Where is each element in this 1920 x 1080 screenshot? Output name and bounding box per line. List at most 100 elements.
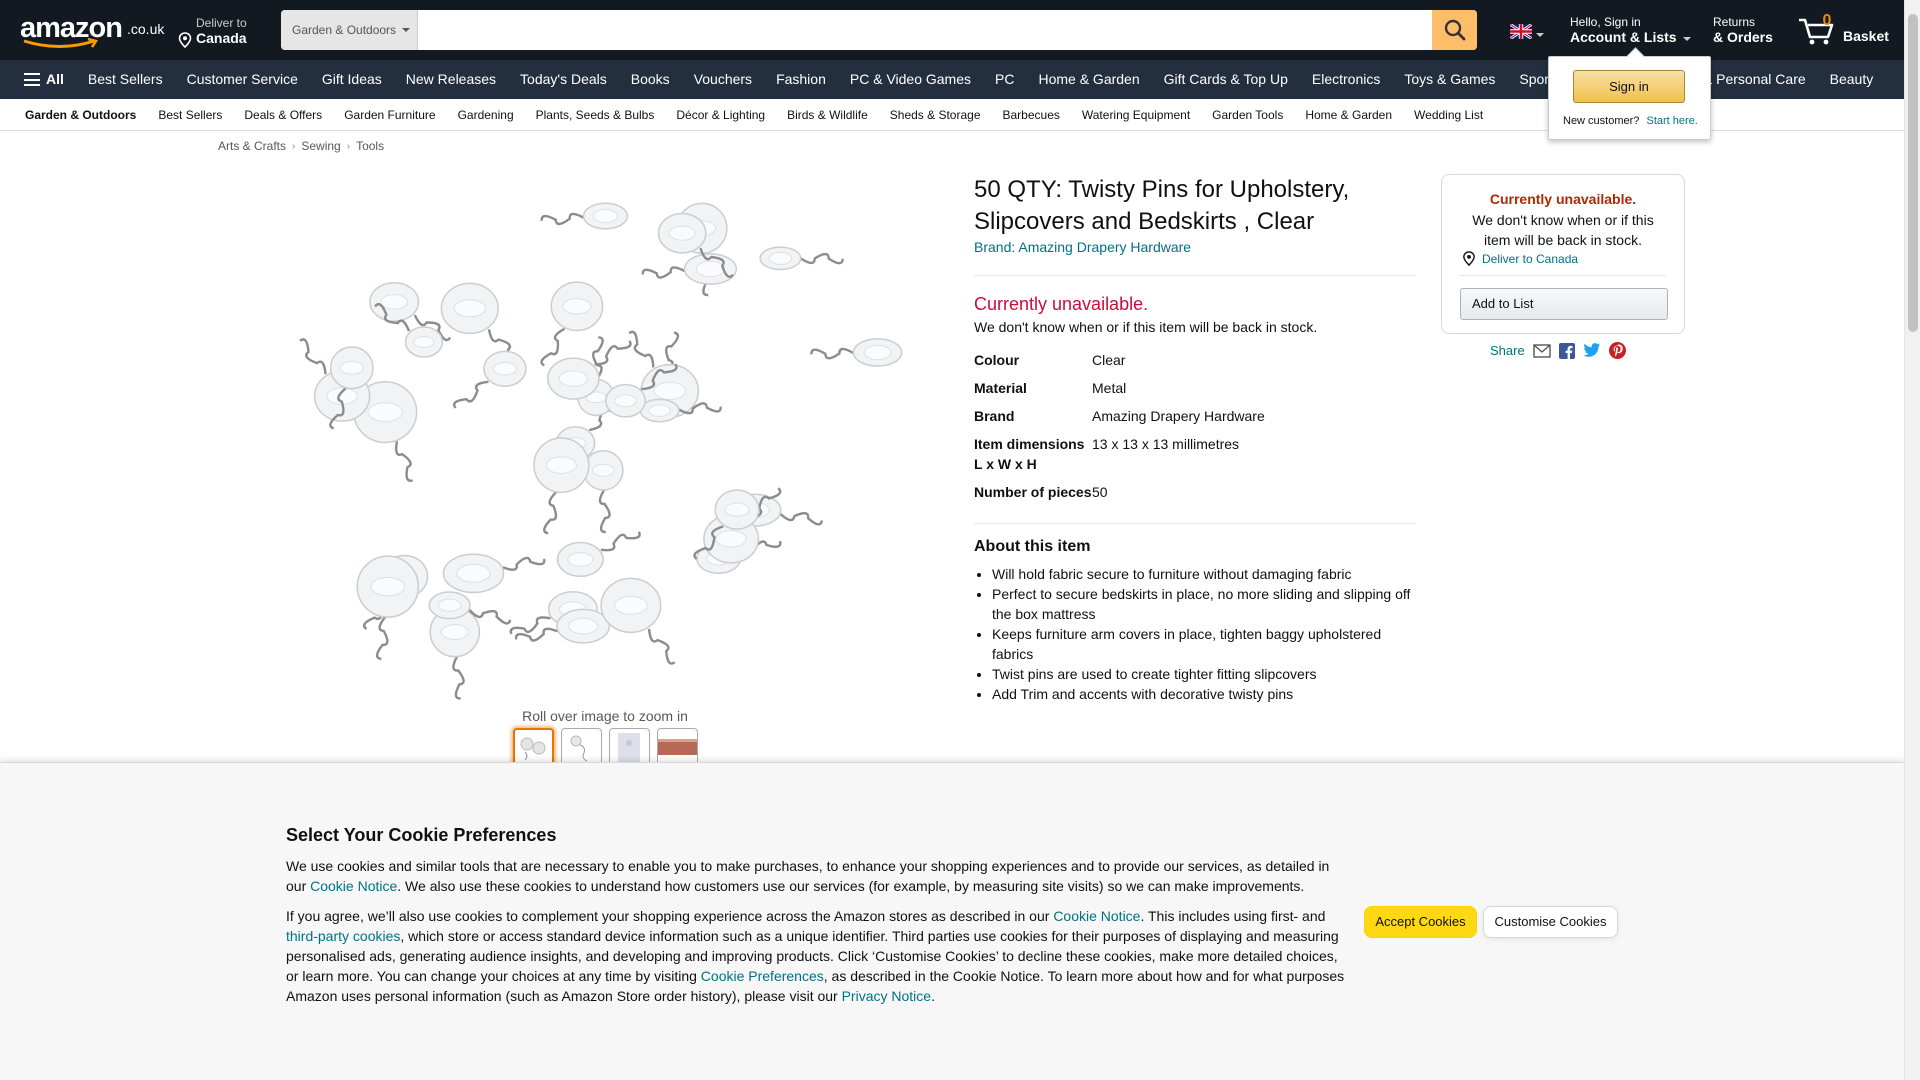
subnav-garden-furniture[interactable]: Garden Furniture [333,108,446,122]
nav-home-garden[interactable]: Home & Garden [1026,60,1151,99]
table-row: Number of pieces 50 [974,482,1414,502]
deliver-to-label: Deliver to Canada [1482,251,1579,266]
email-icon[interactable] [1533,343,1551,358]
nav-fashion[interactable]: Fashion [764,60,838,99]
cookie-banner: Select Your Cookie Preferences We use co… [0,762,1904,1080]
signin-flyout: Sign in New customer? Start here. [1548,56,1711,140]
nav-todays-deals[interactable]: Today's Deals [508,60,619,99]
nav-gift-ideas[interactable]: Gift Ideas [310,60,394,99]
subnav-garden-tools[interactable]: Garden Tools [1201,108,1294,122]
table-row: Item dimensions L x W x H 13 x 13 x 13 m… [974,434,1414,474]
divider [974,523,1416,524]
nav-books[interactable]: Books [619,60,682,99]
twitter-icon[interactable] [1583,343,1601,358]
subnav-home-garden[interactable]: Home & Garden [1294,108,1403,122]
thumbnail-3[interactable] [609,728,650,766]
product-overview-table: Colour Clear Material Metal Brand Amazin… [974,350,1414,510]
subnav-plants-seeds-bulbs[interactable]: Plants, Seeds & Bulbs [525,108,666,122]
amazon-logo[interactable]: amazon .co.uk [18,12,164,48]
share-label[interactable]: Share [1490,343,1525,358]
thumbnail-1[interactable] [513,728,554,766]
start-here-link[interactable]: Start here. [1646,115,1697,127]
deliver-label: Deliver to [196,16,247,30]
nav-pc[interactable]: PC [983,60,1026,99]
spec-value: Clear [1092,352,1126,368]
breadcrumb-item[interactable]: Arts & Crafts [218,139,286,153]
nav-beauty[interactable]: Beauty [1818,60,1886,99]
facebook-icon[interactable] [1558,342,1575,359]
list-item: Perfect to secure bedskirts in place, no… [992,584,1412,624]
scrollbar-thumb[interactable] [1908,14,1918,332]
account-and-lists[interactable]: Hello, Sign in Account & Lists [1570,15,1691,45]
third-party-cookies-link[interactable]: third-party cookies [286,928,400,944]
subnav-best-sellers[interactable]: Best Sellers [147,108,233,122]
nav-electronics[interactable]: Electronics [1300,60,1392,99]
returns-and-orders[interactable]: Returns & Orders [1713,15,1773,45]
customise-cookies-button[interactable]: Customise Cookies [1483,906,1618,938]
privacy-notice-link[interactable]: Privacy Notice [842,988,931,1004]
table-row: Colour Clear [974,350,1414,370]
search-input[interactable] [418,10,1432,50]
spec-key: Material [974,380,1027,396]
subnav-birds-wildlife[interactable]: Birds & Wildlife [776,108,879,122]
nav-gift-cards[interactable]: Gift Cards & Top Up [1152,60,1300,99]
search-category-dropdown[interactable]: Garden & Outdoors [281,10,418,50]
thumbnail-4[interactable] [657,728,698,766]
pinterest-icon[interactable] [1608,342,1626,359]
cookie-text: . This includes using first- and [1140,908,1326,924]
signin-button[interactable]: Sign in [1573,70,1685,103]
subnav-barbecues[interactable]: Barbecues [992,108,1071,122]
nav-pc-video-games[interactable]: PC & Video Games [838,60,983,99]
nav-new-releases[interactable]: New Releases [394,60,508,99]
nav-vouchers[interactable]: Vouchers [682,60,764,99]
deliver-to-link[interactable]: Deliver to Canada [1462,251,1578,266]
breadcrumb-item[interactable]: Tools [356,139,384,153]
new-customer-line: New customer? Start here. [1563,115,1698,127]
subnav-gardening[interactable]: Gardening [447,108,525,122]
breadcrumb-item[interactable]: Sewing [301,139,340,153]
availability-status: Currently unavailable. [974,294,1149,314]
search-button[interactable] [1432,10,1477,50]
zoom-hint: Roll over image to zoom in [522,708,688,724]
language-selector[interactable] [1509,22,1548,44]
basket-button[interactable]: 0 Basket [1797,10,1889,50]
deliver-to[interactable]: Deliver to Canada [178,14,268,48]
divider [974,275,1416,276]
subnav-decor-lighting[interactable]: Décor & Lighting [665,108,776,122]
brand-link[interactable]: Brand: Amazing Drapery Hardware [974,239,1191,255]
caret-down-icon [1682,36,1691,41]
product-main-image[interactable] [274,170,936,710]
spec-value: 13 x 13 x 13 millimetres [1092,436,1240,452]
subnav-sheds-storage[interactable]: Sheds & Storage [879,108,992,122]
subnav-wedding-list[interactable]: Wedding List [1403,108,1494,122]
spec-value: 50 [1092,484,1108,500]
cookie-text: . We also use these cookies to understan… [397,878,1305,894]
buybox-message: We don't know when or if this item will … [1472,212,1654,248]
cookie-text: If you agree, we’ll also use cookies to … [286,908,1054,924]
thumbnail-2[interactable] [561,728,602,766]
uk-flag-icon [1509,22,1533,41]
all-menu-button[interactable]: All [12,60,76,99]
caret-down-icon [1536,33,1544,37]
top-navbar: amazon .co.uk Deliver to Canada Garden &… [0,0,1904,60]
all-menu-label: All [46,71,64,87]
share-bar: Share [1490,342,1626,359]
subnav-garden-outdoors[interactable]: Garden & Outdoors [14,108,147,122]
search-icon [1444,19,1465,41]
subnav-deals-offers[interactable]: Deals & Offers [233,108,333,122]
nav-best-sellers[interactable]: Best Sellers [76,60,175,99]
cookie-preferences-link[interactable]: Cookie Preferences [701,968,824,984]
caret-down-icon [402,28,411,32]
add-to-list-button[interactable]: Add to List [1460,288,1668,320]
list-item: Will hold fabric secure to furniture wit… [992,564,1412,584]
subnav-watering-equipment[interactable]: Watering Equipment [1071,108,1201,122]
chevron-right-icon: › [292,140,296,152]
cookie-notice-link[interactable]: Cookie Notice [310,878,397,894]
nav-toys-games[interactable]: Toys & Games [1392,60,1507,99]
nav-customer-service[interactable]: Customer Service [175,60,310,99]
accept-cookies-button[interactable]: Accept Cookies [1364,906,1477,938]
list-item: Keeps furniture arm covers in place, tig… [992,624,1412,664]
spec-value: Metal [1092,380,1127,396]
page-scrollbar[interactable] [1904,0,1920,1080]
cookie-notice-link[interactable]: Cookie Notice [1053,908,1140,924]
